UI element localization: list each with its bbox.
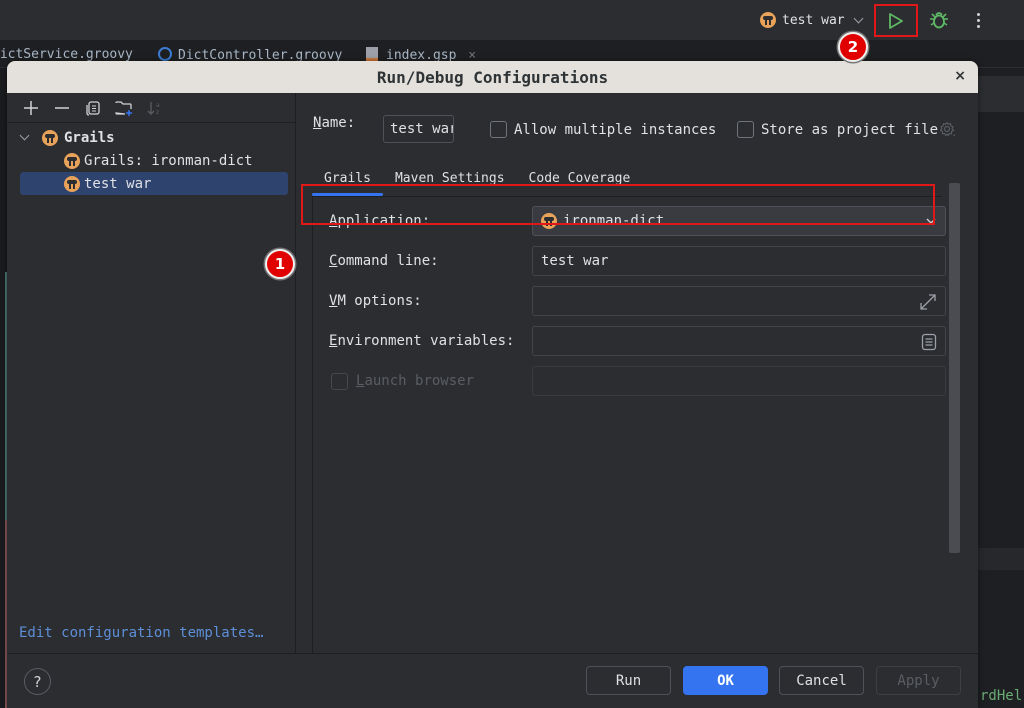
- editor-band: [978, 76, 1024, 112]
- editor-code-fragment: rdHel: [980, 688, 1023, 704]
- chevron-down-icon: [853, 13, 864, 23]
- tree-item-label: test war: [84, 175, 152, 192]
- bug-icon: [930, 12, 948, 29]
- new-folder-button[interactable]: [108, 96, 139, 120]
- tree-group-label: Grails: [64, 129, 115, 146]
- command-line-label: Command line:: [329, 253, 439, 269]
- grails-icon: [64, 175, 80, 192]
- grails-icon: [64, 152, 80, 169]
- copy-configuration-button[interactable]: [77, 96, 108, 120]
- configurations-tree: Grails Grails: ironman-dict test war: [7, 123, 295, 195]
- run-config-label: test war: [782, 12, 845, 28]
- command-line-input[interactable]: test war: [532, 246, 946, 276]
- launch-browser-checkbox[interactable]: Launch browser: [329, 366, 474, 396]
- grails-tab-content: Application: ironman-dict Command line: …: [312, 196, 946, 656]
- editor-tab-label: DictService.groovy: [0, 47, 133, 62]
- configuration-tabs: Grails Maven Settings Code Coverage: [312, 161, 643, 196]
- dot: [976, 24, 980, 28]
- grails-icon: [760, 12, 776, 28]
- launch-browser-url-input[interactable]: [532, 366, 946, 396]
- ide-main-toolbar: [0, 0, 1024, 40]
- command-line-row: Command line:: [329, 246, 439, 276]
- dot: [976, 12, 980, 16]
- checkbox[interactable]: [490, 121, 507, 138]
- vm-options-input[interactable]: [532, 286, 946, 316]
- editor-area: [978, 68, 1024, 708]
- tab-maven-settings[interactable]: Maven Settings: [383, 161, 517, 195]
- gsp-file-icon: [366, 47, 378, 61]
- editor-band: [978, 548, 1024, 570]
- grails-module-icon: [541, 213, 557, 229]
- tab-grails[interactable]: Grails: [312, 161, 383, 196]
- dialog-title-bar[interactable]: Run/Debug Configurations ×: [7, 61, 978, 93]
- ok-button[interactable]: OK: [683, 666, 768, 695]
- checkbox[interactable]: [331, 372, 348, 390]
- apply-button[interactable]: Apply: [876, 666, 961, 695]
- run-debug-configurations-dialog: Run/Debug Configurations × az Grails Gra…: [7, 61, 978, 708]
- tree-item-grails-ironman-dict[interactable]: Grails: ironman-dict: [7, 149, 295, 172]
- sort-configurations-button[interactable]: az: [139, 96, 170, 120]
- application-select[interactable]: ironman-dict: [532, 206, 946, 236]
- copy-icon: [85, 100, 100, 116]
- store-as-project-file-checkbox[interactable]: Store as project file: [737, 121, 938, 138]
- chevron-down-icon: [925, 215, 937, 231]
- editor-tab[interactable]: DictService.groovy: [0, 47, 133, 62]
- vm-options-label: VM options:: [329, 293, 422, 309]
- groovy-class-icon: [158, 47, 172, 61]
- folder-add-icon: [114, 100, 132, 116]
- launch-browser-label: Launch browser: [356, 373, 475, 389]
- allow-multiple-label: Allow multiple instances: [514, 121, 717, 138]
- run-config-selector[interactable]: test war: [760, 10, 864, 30]
- sort-alpha-icon: az: [147, 101, 160, 116]
- env-vars-row: Environment variables:: [329, 326, 514, 356]
- tree-item-label: Grails: ironman-dict: [84, 152, 253, 169]
- tree-item-test-war[interactable]: test war: [20, 172, 288, 195]
- dialog-footer: ? Run OK Cancel Apply: [7, 653, 978, 708]
- dot: [976, 18, 980, 22]
- tab-code-coverage[interactable]: Code Coverage: [517, 161, 643, 195]
- minus-icon: [54, 106, 69, 109]
- store-project-label: Store as project file: [761, 121, 939, 138]
- edit-configuration-templates-link[interactable]: Edit configuration templates…: [19, 625, 263, 641]
- checkbox[interactable]: [737, 121, 754, 138]
- vertical-scrollbar[interactable]: [949, 183, 960, 553]
- configurations-panel: az Grails Grails: ironman-dict test war …: [7, 93, 296, 653]
- application-label: Application:: [329, 213, 431, 229]
- svg-text:z: z: [156, 109, 159, 116]
- configurations-toolbar: az: [7, 93, 295, 123]
- play-icon: [889, 12, 903, 29]
- grails-icon: [42, 129, 58, 146]
- add-configuration-button[interactable]: [15, 96, 46, 120]
- name-label: Name:: [313, 115, 355, 131]
- edit-list-icon[interactable]: [921, 333, 937, 355]
- env-vars-label: Environment variables:: [329, 333, 515, 349]
- annotation-badge-2: 2: [838, 32, 868, 62]
- tree-group-grails[interactable]: Grails: [7, 126, 295, 149]
- vm-options-row: VM options:: [329, 286, 422, 316]
- more-actions-button[interactable]: [970, 8, 986, 32]
- remove-configuration-button[interactable]: [46, 96, 77, 120]
- annotation-badge-1: 1: [265, 249, 295, 279]
- help-button[interactable]: ?: [24, 668, 51, 695]
- name-input[interactable]: test war: [383, 115, 454, 143]
- allow-multiple-instances-checkbox[interactable]: Allow multiple instances: [490, 121, 716, 138]
- dialog-title: Run/Debug Configurations: [376, 67, 609, 87]
- configuration-editor: Name: test war Allow multiple instances …: [297, 93, 978, 656]
- debug-button[interactable]: [928, 8, 950, 32]
- svg-text:a: a: [156, 102, 160, 109]
- plus-icon: [23, 100, 38, 115]
- application-row: Application:: [329, 206, 430, 236]
- run-button[interactable]: [874, 4, 918, 37]
- cancel-button[interactable]: Cancel: [779, 666, 864, 695]
- run-config-button[interactable]: Run: [586, 666, 671, 695]
- gear-icon[interactable]: [939, 121, 956, 138]
- application-value: ironman-dict: [563, 213, 665, 229]
- chevron-down-icon[interactable]: [19, 130, 30, 141]
- expand-icon[interactable]: [919, 293, 937, 315]
- env-vars-input[interactable]: [532, 326, 946, 356]
- name-label-text: Name:: [313, 115, 356, 131]
- close-icon[interactable]: ×: [954, 68, 966, 84]
